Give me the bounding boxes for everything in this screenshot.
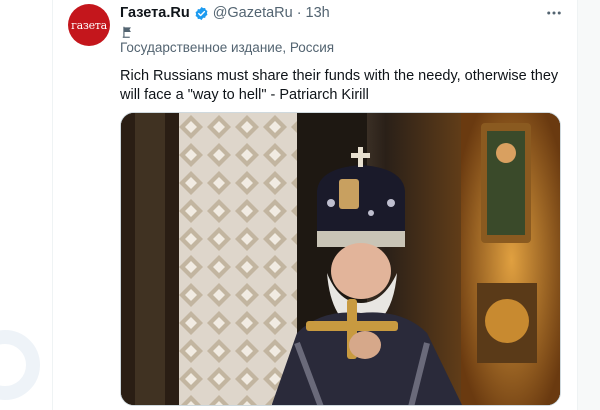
twitter-page: газета Газета.Ru @GazetaRu · 13h Государ…: [0, 0, 600, 410]
tweet-photo[interactable]: [120, 112, 561, 406]
avatar[interactable]: газета: [68, 4, 110, 46]
tweet-timestamp[interactable]: 13h: [306, 5, 330, 21]
state-media-label[interactable]: Государственное издание, Россия: [120, 40, 334, 55]
sidebar-decoration: [0, 330, 40, 400]
patriarch-photo-illustration: [121, 113, 560, 405]
state-media-flag-icon: [121, 25, 135, 39]
verified-badge-icon: [194, 6, 209, 21]
display-name[interactable]: Газета.Ru: [120, 5, 190, 21]
left-sidebar: [0, 0, 52, 410]
account-handle[interactable]: @GazetaRu: [213, 5, 293, 21]
tweet-header: Газета.Ru @GazetaRu · 13h: [120, 4, 330, 22]
tweet-text: Rich Russians must share their funds wit…: [120, 68, 559, 103]
separator-dot: ·: [296, 5, 302, 21]
avatar-logo-text: газета: [71, 18, 107, 32]
right-sidebar: [578, 0, 600, 410]
more-options-icon[interactable]: [545, 4, 563, 22]
